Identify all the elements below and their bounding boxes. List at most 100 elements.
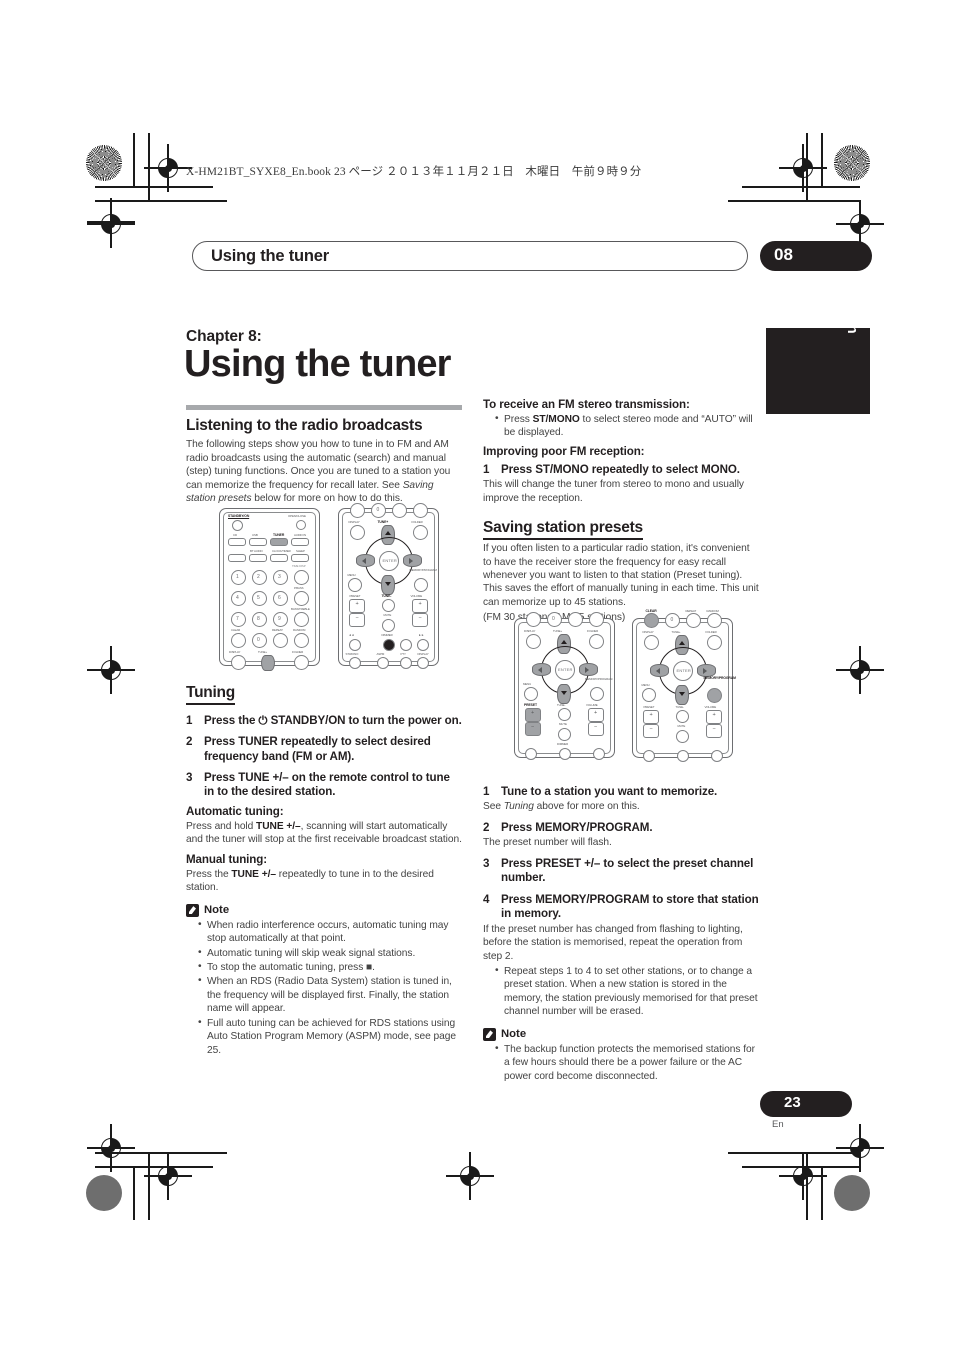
remote-button-audio-in[interactable] (291, 538, 309, 546)
remote-button-random-p[interactable] (589, 612, 604, 627)
remote-label-tune-plus-m: TUNE+ (671, 630, 681, 634)
remote-label-memory-program-m: MEMORY/PROGRAM (703, 676, 736, 680)
remote-button-folder-p[interactable] (589, 634, 604, 649)
remote-button-sleep[interactable] (291, 554, 309, 562)
remote-digit-9: 9 (278, 616, 281, 622)
remote-label-enter-p: ENTER (558, 667, 573, 672)
remote-label-tune-plus: TUNE+ (258, 650, 268, 654)
saving-step-4-body: If the preset number has changed from fl… (483, 923, 743, 962)
heading-automatic-tuning: Automatic tuning: (186, 804, 284, 818)
note-pencil-icon (186, 903, 199, 917)
remote-label-enter: ENTER (382, 558, 398, 563)
remote-label-tune-minus: TUNE- (381, 594, 392, 598)
registration-mark (87, 1124, 135, 1172)
running-head-pill: Using the tuner (192, 241, 748, 271)
remote-button-clear-p[interactable] (526, 612, 541, 627)
page-number: 23 (784, 1094, 801, 1111)
automatic-tuning-body: Press and hold TUNE +/–, scanning will s… (186, 820, 462, 847)
tuning-step-2-text: Press TUNER repeatedly to select desired… (204, 735, 431, 763)
remote-label-display-2: DISPLAY (348, 520, 360, 524)
chapter-number-label: 08 (774, 245, 793, 264)
remote-figure-presets: 0 DISPLAY TUNE+ FOLDER ENTER MENU MEMORY… (514, 609, 736, 762)
remote-button-standby[interactable] (232, 520, 243, 531)
note-title-left: Note (204, 904, 230, 917)
saving-step-3: 3 Press PRESET +/– to select the preset c… (483, 857, 759, 886)
remote-label-display: DISPLAY (229, 650, 241, 654)
saving-step-2: 2 Press MEMORY/PROGRAM. (483, 821, 759, 835)
remote-label-preset: PRESET (349, 594, 361, 598)
remote-button-memory-program-p[interactable] (590, 687, 604, 701)
remote-button-open-close[interactable] (296, 520, 306, 530)
remote-label-sleep: SLEEP (296, 549, 305, 553)
remote-button-clock-timer-2[interactable] (270, 554, 288, 562)
remote-illustration-left-2: 0 DISPLAY TUNE+ FOLDER ENTER MENU MEMORY… (338, 503, 440, 669)
remote-label-menu: MENU (347, 573, 356, 577)
remote-button-p-bass[interactable] (294, 570, 309, 585)
remote-label-volume: VOLUME (410, 594, 423, 598)
tuning-step-1-post: STANDBY/ON to turn the power on. (267, 713, 462, 727)
density-target (834, 1175, 870, 1211)
remote-label-folder-p: FOLDER (587, 629, 599, 633)
remote-button-repeat[interactable] (273, 633, 288, 648)
tuning-step-2: 2 Press TUNER repeatedly to select desire… (186, 735, 462, 764)
remote-button-bt-audio[interactable] (228, 554, 246, 562)
remote-label-mute-p: MUTE (559, 722, 567, 726)
remote-button-menu-p[interactable] (524, 687, 538, 701)
saving-step-4-number: 4 (483, 892, 490, 906)
saving-step-1-body: See Tuning above for more on this. (483, 800, 759, 813)
remote-digit-4: 4 (236, 595, 239, 601)
heading-manual-tuning: Manual tuning: (186, 852, 268, 866)
remote-label-usb: USB (252, 533, 258, 537)
density-target (86, 1175, 122, 1211)
saving-step-4: 4 Press MEMORY/PROGRAM to store that stat… (483, 893, 759, 922)
tuning-step-1-number: 1 (186, 713, 193, 727)
remote-label-tune-minus-p: TUNE- (557, 703, 566, 707)
language-side-tab-label: English (844, 278, 860, 334)
remote-digit-0-m: 0 (670, 617, 674, 623)
remote-illustration-left: STANDBY/ON OPEN/CLOSE CD USB TUNER AUDIO… (219, 508, 320, 671)
remote-button-folder[interactable] (294, 655, 309, 670)
saving-step-4-text: Press MEMORY/PROGRAM to store that stati… (501, 892, 759, 921)
saving-step-1-body-post: above for more on this. (533, 801, 640, 813)
fm-stereo-list: Press ST/MONO to select stereo mode and … (483, 412, 759, 440)
remote-button-tuner[interactable] (270, 538, 288, 546)
list-item: Repeat steps 1 to 4 to set other station… (495, 964, 759, 1019)
remote-label-aspm: ASPM (376, 652, 385, 656)
remote-button-rew-p[interactable] (525, 748, 537, 760)
remote-button-clear[interactable] (231, 633, 246, 648)
remote-button-tune-up[interactable] (261, 655, 275, 671)
remote-label-bt-audio: BT AUDIO (250, 549, 263, 553)
remote-button-bass-treble[interactable] (294, 591, 309, 606)
remote-label-mute: MUTE (383, 613, 392, 617)
remote-button-stop-p[interactable] (559, 748, 571, 760)
remote-label-tuner: TUNER (273, 533, 285, 537)
fm-bullet-bold: ST/MONO (532, 413, 580, 425)
remote-button-random-2[interactable] (294, 633, 309, 648)
remote-label-volume-p: VOLUME (586, 703, 598, 707)
remote-button-mute-p[interactable] (558, 708, 571, 721)
remote-button-repeat-p[interactable] (568, 612, 583, 627)
remote-button-display-p[interactable] (526, 634, 541, 649)
remote-button-display[interactable] (231, 655, 246, 670)
improving-step-1: 1 Press ST/MONO repeatedly to select MONO… (483, 463, 759, 477)
remote-label-rew: ◄◄ (348, 633, 354, 637)
heading-fm-stereo: To receive an FM stereo transmission: (483, 398, 690, 411)
remote-label-random: RANDOM (293, 628, 306, 632)
saving-step-2-text: Press MEMORY/PROGRAM. (501, 820, 653, 834)
remote-button-clock-timer[interactable] (249, 554, 267, 562)
remote-label-memory-program-p: MEMORY/PROGRAM (585, 677, 613, 681)
remote-button-dimmer-p[interactable] (558, 728, 571, 741)
remote-button-usb[interactable] (249, 538, 267, 546)
listening-intro-paragraph: The following steps show you how to tune… (186, 438, 462, 505)
remote-button-random[interactable] (294, 612, 309, 627)
remote-label-mute-m: MUTE (677, 724, 686, 728)
remote-illustration-memory: CLEAR REPEAT RANDOM 0 DISPLAY TUNE+ FOLD… (632, 609, 736, 762)
remote-button-ffwd-p[interactable] (593, 748, 605, 760)
remote-button-cd[interactable] (228, 538, 246, 546)
remote-figure-tuning: STANDBY/ON OPEN/CLOSE CD USB TUNER AUDIO… (219, 503, 440, 671)
remote-label-folder: FOLDER (292, 650, 304, 654)
fm-bullet-pre: Press (504, 413, 533, 425)
manual-body-bold: TUNE +/– (231, 868, 276, 880)
remote-label-enter-m: ENTER (676, 668, 692, 673)
registration-mark-left-mid (87, 198, 135, 246)
